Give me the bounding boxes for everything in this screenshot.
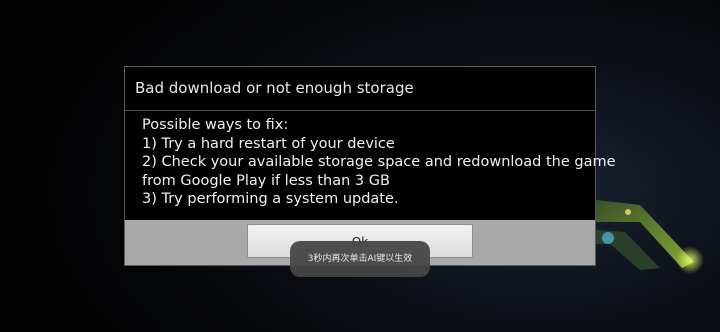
message-line: 2) Check your available storage space an… (142, 154, 616, 170)
dialog-title: Bad download or not enough storage (125, 67, 595, 111)
toast-notification: 3秒内再次单击AI键以生效 (290, 241, 430, 277)
message-line: from Google Play if less than 3 GB (142, 172, 390, 189)
error-dialog: Bad download or not enough storage Possi… (124, 66, 616, 266)
dialog-message: Possible ways to fix: 1) Try a hard rest… (125, 112, 616, 220)
message-line: 1) Try a hard restart of your device (142, 135, 395, 152)
message-line: Possible ways to fix: (142, 117, 289, 133)
message-line: 3) Try performing a system update. (142, 191, 399, 207)
app-screen: Bad download or not enough storage Possi… (0, 0, 720, 332)
